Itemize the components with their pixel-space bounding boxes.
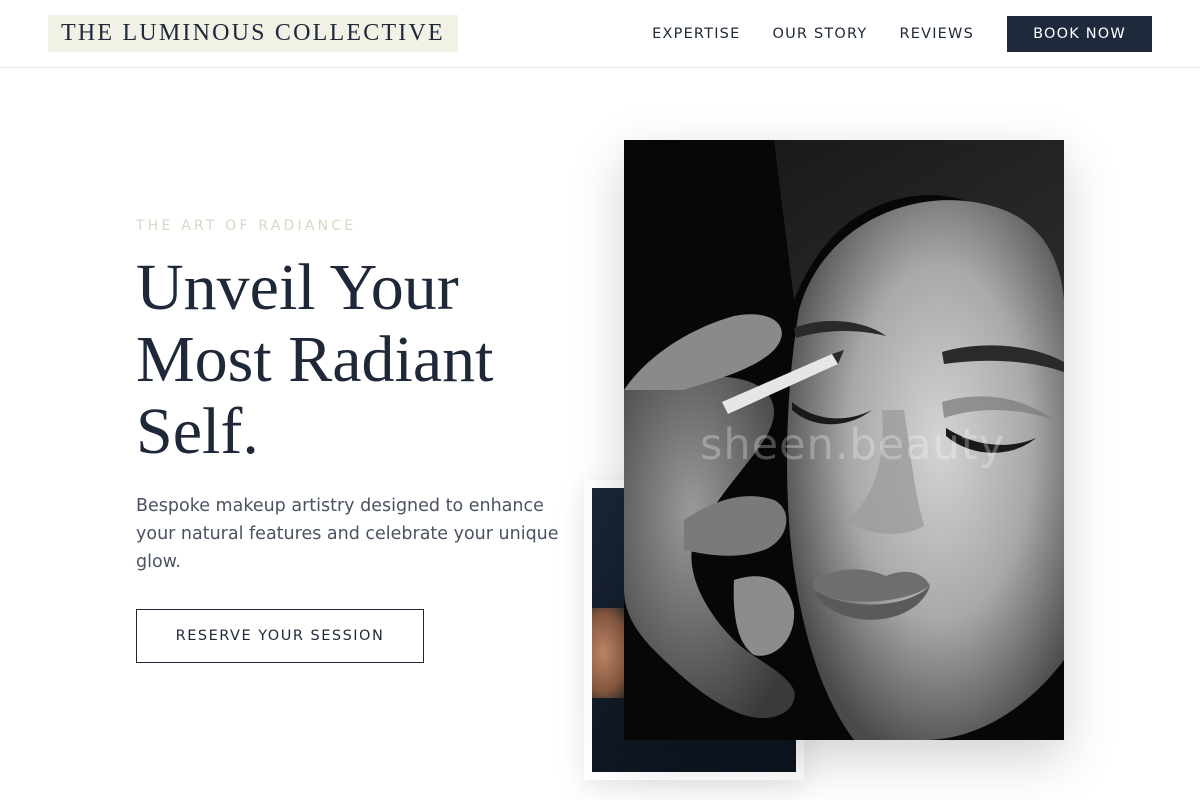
hero-subtext: Bespoke makeup artistry designed to enha… xyxy=(136,496,559,572)
hero-eyebrow: THE ART OF RADIANCE xyxy=(136,218,357,234)
reserve-session-button[interactable]: RESERVE YOUR SESSION xyxy=(136,609,424,663)
nav-link-reviews[interactable]: REVIEWS xyxy=(899,26,974,42)
site-logo[interactable]: THE LUMINOUS COLLECTIVE xyxy=(48,15,458,52)
nav-link-our-story[interactable]: OUR STORY xyxy=(772,26,867,42)
site-header: THE LUMINOUS COLLECTIVE EXPERTISE OUR ST… xyxy=(0,0,1200,68)
nav-link-expertise[interactable]: EXPERTISE xyxy=(652,26,740,42)
watermark-text: sheen.beauty xyxy=(700,420,1006,470)
hero-headline: Unveil Your Most Radiant Self. xyxy=(136,251,494,468)
hero-photo: sheen.beauty xyxy=(624,140,1064,740)
book-now-button[interactable]: BOOK NOW xyxy=(1007,16,1152,52)
main-nav: EXPERTISE OUR STORY REVIEWS BOOK NOW xyxy=(652,16,1152,52)
